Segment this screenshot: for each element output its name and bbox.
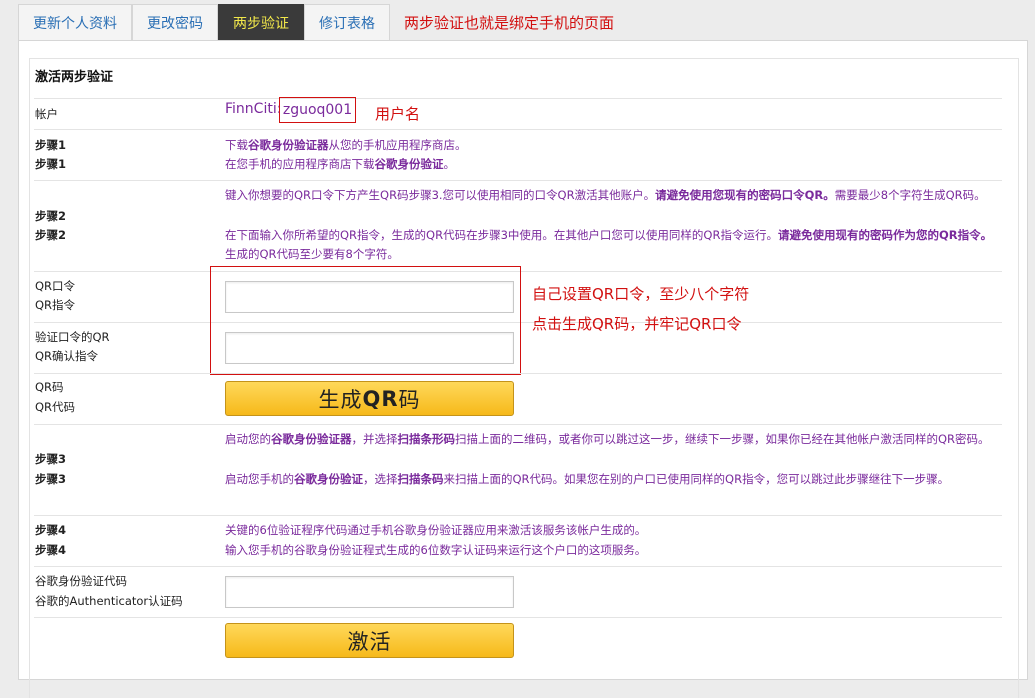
step2-text-2: 在下面输入你所希望的QR指令，生成的QR代码在步骤3中使用。在其他户口您可以使用… xyxy=(225,228,993,261)
qr-confirm-label: 验证口令的QR xyxy=(35,330,110,344)
step4-label-alt: 步骤4 xyxy=(35,543,67,557)
row-divider xyxy=(34,617,1002,618)
two-step-form: 激活两步验证 帐户 FinnCiti: zguoq001 用户名 步骤1 步骤1… xyxy=(29,58,1019,698)
step1-text-1: 下载谷歌身份验证器从您的手机应用程序商店。 xyxy=(225,138,467,152)
qr-inputs-highlight xyxy=(210,266,521,375)
tab-change-password[interactable]: 更改密码 xyxy=(132,4,218,40)
step3-label: 步骤3 xyxy=(35,452,67,466)
row-divider xyxy=(34,566,1002,567)
row-divider xyxy=(34,180,1002,181)
step3-text-1: 启动您的谷歌身份验证器，并选择扫描条形码扫描上面的二维码，或者你可以跳过这一步，… xyxy=(225,432,990,446)
qr-code-label-alt: QR代码 xyxy=(35,400,76,414)
step2-label-alt: 步骤2 xyxy=(35,228,67,242)
auth-code-label-alt: 谷歌的Authenticator认证码 xyxy=(35,594,183,608)
step4-text-1: 关键的6位验证程序代码通过手机谷歌身份验证器应用来激活该服务该帐户生成的。 xyxy=(225,523,647,537)
row-divider xyxy=(34,424,1002,425)
step4-text-2: 输入您手机的谷歌身份验证程式生成的6位数字认证码来运行这个户口的这项服务。 xyxy=(225,543,647,557)
step1-text-2: 在您手机的应用程序商店下载谷歌身份验证。 xyxy=(225,157,455,171)
step3-label-alt: 步骤3 xyxy=(35,472,67,486)
step4-label: 步骤4 xyxy=(35,523,67,537)
step2-text-1: 键入你想要的QR口令下方产生QR码步骤3.您可以使用相同的口令QR激活其他账户。… xyxy=(225,188,986,202)
qr-pass-label-alt: QR指令 xyxy=(35,298,76,312)
auth-code-input[interactable] xyxy=(225,576,514,608)
tab-two-step-verification[interactable]: 两步验证 xyxy=(218,4,304,40)
row-divider xyxy=(34,129,1002,130)
qr-generate-annotation: 点击生成QR码，并牢记QR口令 xyxy=(532,315,742,333)
row-divider xyxy=(34,373,1002,374)
account-prefix: FinnCiti: xyxy=(225,101,282,117)
content-panel: 激活两步验证 帐户 FinnCiti: zguoq001 用户名 步骤1 步骤1… xyxy=(18,40,1028,698)
qr-confirm-label-alt: QR确认指令 xyxy=(35,349,99,363)
account-label: 帐户 xyxy=(35,107,58,121)
step1-label-alt: 步骤1 xyxy=(35,157,67,171)
username-annotation: 用户名 xyxy=(375,105,421,123)
qr-pass-annotation: 自己设置QR口令，至少八个字符 xyxy=(532,285,750,303)
username-value: zguoq001 xyxy=(279,97,356,123)
activate-button[interactable]: 激活 xyxy=(225,623,514,658)
section-title: 激活两步验证 xyxy=(35,70,114,85)
tab-bar: 更新个人资料 更改密码 两步验证 修订表格 两步验证也就是绑定手机的页面 xyxy=(18,4,614,40)
row-divider xyxy=(34,98,1002,99)
step1-label: 步骤1 xyxy=(35,138,67,152)
qr-pass-label: QR口令 xyxy=(35,279,76,293)
tab-revise-form[interactable]: 修订表格 xyxy=(304,4,390,40)
step3-text-2: 启动您手机的谷歌身份验证，选择扫描条码来扫描上面的QR代码。如果您在别的户口已使… xyxy=(225,472,950,486)
header-annotation: 两步验证也就是绑定手机的页面 xyxy=(404,13,615,32)
auth-code-label: 谷歌身份验证代码 xyxy=(35,574,127,588)
tab-update-profile[interactable]: 更新个人资料 xyxy=(18,4,132,40)
step2-label: 步骤2 xyxy=(35,209,67,223)
row-divider xyxy=(34,515,1002,516)
generate-qr-button[interactable]: 生成 QR 码 xyxy=(225,381,514,416)
qr-code-label: QR码 xyxy=(35,380,64,394)
